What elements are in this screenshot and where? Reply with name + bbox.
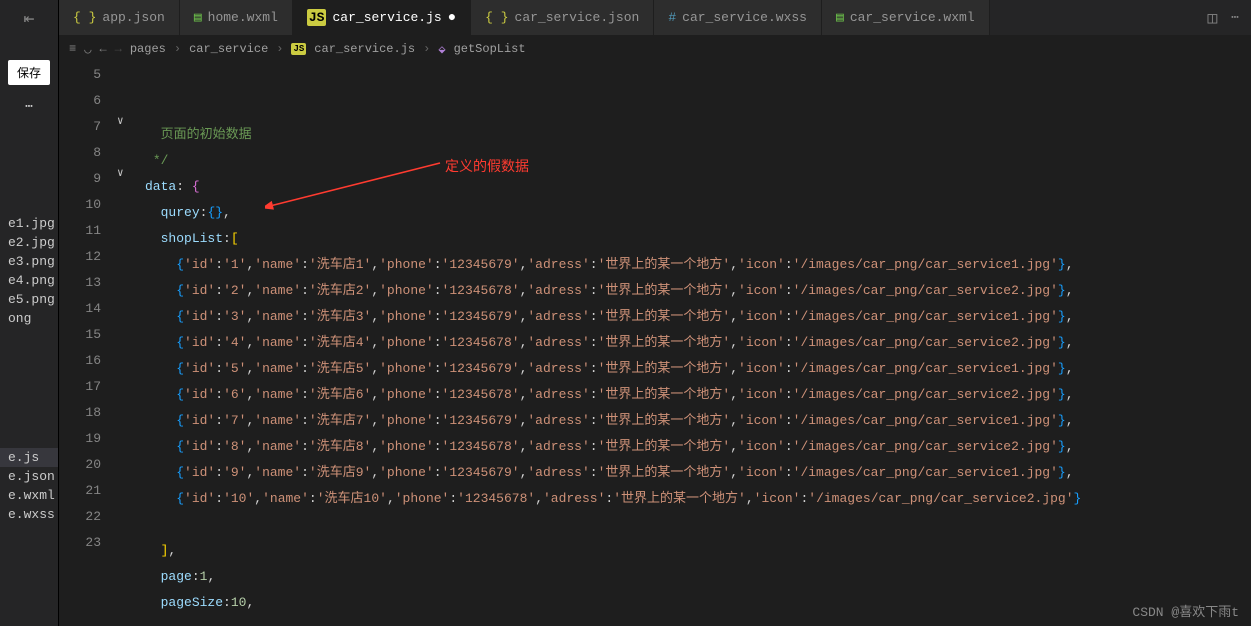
- explorer-file[interactable]: e5.png: [0, 290, 58, 309]
- chevron-right-icon: ›: [276, 42, 283, 56]
- line-number: 18: [59, 400, 101, 426]
- more-icon[interactable]: ⋯: [1231, 10, 1239, 25]
- wxml-file-icon: ▤: [194, 10, 202, 25]
- back-icon[interactable]: ←: [99, 42, 106, 56]
- wxml-file-icon: ▤: [836, 10, 844, 25]
- explorer-file[interactable]: e1.jpg: [0, 214, 58, 233]
- tab-label: car_service.js: [332, 10, 441, 25]
- code-line[interactable]: */: [135, 148, 1251, 174]
- explorer-file[interactable]: e.js: [0, 448, 58, 467]
- line-number: 12: [59, 244, 101, 270]
- bookmark-icon[interactable]: ◡: [84, 42, 91, 57]
- explorer-file[interactable]: e.wxss: [0, 505, 58, 524]
- line-number: 10: [59, 192, 101, 218]
- code-line[interactable]: {'id':'1','name':'洗车店1','phone':'1234567…: [135, 252, 1251, 278]
- line-number: 11: [59, 218, 101, 244]
- fold-icon[interactable]: ∨: [117, 114, 124, 128]
- tab-app-json[interactable]: { } app.json: [59, 0, 180, 35]
- code-line[interactable]: {'id':'5','name':'洗车店5','phone':'1234567…: [135, 356, 1251, 382]
- line-number: 15: [59, 322, 101, 348]
- dirty-indicator-icon: ●: [448, 10, 456, 26]
- line-number: 13: [59, 270, 101, 296]
- explorer-file[interactable]: ong: [0, 309, 58, 328]
- line-number: 5: [59, 62, 101, 88]
- split-editor-icon[interactable]: ◫: [1208, 8, 1218, 28]
- breadcrumb: ≡ ◡ ← → pages › car_service › JS car_ser…: [59, 36, 1251, 62]
- tab-car_service-js[interactable]: JS car_service.js ●: [293, 0, 471, 35]
- explorer-file[interactable]: e.wxml: [0, 486, 58, 505]
- js-file-icon: JS: [307, 9, 327, 26]
- code-line[interactable]: {'id':'6','name':'洗车店6','phone':'1234567…: [135, 382, 1251, 408]
- tab-label: car_service.wxss: [682, 10, 807, 25]
- code-line[interactable]: {'id':'7','name':'洗车店7','phone':'1234567…: [135, 408, 1251, 434]
- save-button[interactable]: 保存: [8, 60, 50, 85]
- code-line[interactable]: {'id':'3','name':'洗车店3','phone':'1234567…: [135, 304, 1251, 330]
- line-number: 7: [59, 114, 101, 140]
- line-number: 17: [59, 374, 101, 400]
- file-explorer: e1.jpge2.jpge3.pnge4.pnge5.pngong e.jse.…: [0, 114, 58, 626]
- json-file-icon: { }: [485, 10, 508, 25]
- code-line[interactable]: qurey:{},: [135, 200, 1251, 226]
- explorer-file[interactable]: e4.png: [0, 271, 58, 290]
- tab-label: car_service.wxml: [850, 10, 975, 25]
- code-line[interactable]: data: {: [135, 174, 1251, 200]
- line-number: 19: [59, 426, 101, 452]
- code-line[interactable]: {'id':'10','name':'洗车店10','phone':'12345…: [135, 486, 1251, 512]
- code-line[interactable]: {'id':'2','name':'洗车店2','phone':'1234567…: [135, 278, 1251, 304]
- line-number: 6: [59, 88, 101, 114]
- panel-toggle-icon[interactable]: ⇤: [24, 8, 35, 30]
- code-line[interactable]: page:1,: [135, 564, 1251, 590]
- tab-label: app.json: [102, 10, 164, 25]
- chevron-right-icon: ›: [174, 42, 181, 56]
- editor-tabs: { } app.json ▤ home.wxml JS car_service.js ● { …: [59, 0, 1251, 36]
- tab-car_service-wxml[interactable]: ▤ car_service.wxml: [822, 0, 990, 35]
- line-number: 21: [59, 478, 101, 504]
- tab-home-wxml[interactable]: ▤ home.wxml: [180, 0, 293, 35]
- line-number: 20: [59, 452, 101, 478]
- tab-car_service-json[interactable]: { } car_service.json: [471, 0, 654, 35]
- js-file-icon: JS: [291, 43, 306, 55]
- line-number: 14: [59, 296, 101, 322]
- code-line[interactable]: {'id':'9','name':'洗车店9','phone':'1234567…: [135, 460, 1251, 486]
- chevron-right-icon: ›: [423, 42, 430, 56]
- code-line[interactable]: ],: [135, 538, 1251, 564]
- line-number: 23: [59, 530, 101, 556]
- json-file-icon: { }: [73, 10, 96, 25]
- watermark: CSDN @喜欢下雨t: [1132, 601, 1239, 620]
- explorer-file[interactable]: e3.png: [0, 252, 58, 271]
- line-number: 22: [59, 504, 101, 530]
- fold-icon[interactable]: ∨: [117, 166, 124, 180]
- crumb-segment[interactable]: car_service.js: [314, 42, 415, 56]
- code-line[interactable]: pageSize:10,: [135, 590, 1251, 616]
- crumb-segment[interactable]: getSopList: [454, 42, 526, 56]
- line-number: 9: [59, 166, 101, 192]
- tab-label: home.wxml: [208, 10, 278, 25]
- code-line[interactable]: 页面的初始数据: [135, 122, 1251, 148]
- wxss-file-icon: #: [668, 10, 676, 25]
- forward-icon[interactable]: →: [115, 42, 122, 56]
- tab-car_service-wxss[interactable]: # car_service.wxss: [654, 0, 822, 35]
- code-line[interactable]: shopList:[: [135, 226, 1251, 252]
- method-icon: ⬙: [438, 42, 445, 57]
- list-icon[interactable]: ≡: [69, 42, 76, 56]
- more-icon[interactable]: ⋯: [25, 99, 33, 114]
- code-line[interactable]: [135, 512, 1251, 538]
- code-line[interactable]: {'id':'4','name':'洗车店4','phone':'1234567…: [135, 330, 1251, 356]
- explorer-file[interactable]: e.json: [0, 467, 58, 486]
- line-number: 8: [59, 140, 101, 166]
- explorer-file[interactable]: e2.jpg: [0, 233, 58, 252]
- line-number: 16: [59, 348, 101, 374]
- crumb-segment[interactable]: car_service: [189, 42, 268, 56]
- code-editor[interactable]: 567891011121314151617181920212223 ∨ ∨ 定义…: [59, 62, 1251, 626]
- code-line[interactable]: {'id':'8','name':'洗车店8','phone':'1234567…: [135, 434, 1251, 460]
- tab-label: car_service.json: [515, 10, 640, 25]
- crumb-segment[interactable]: pages: [130, 42, 166, 56]
